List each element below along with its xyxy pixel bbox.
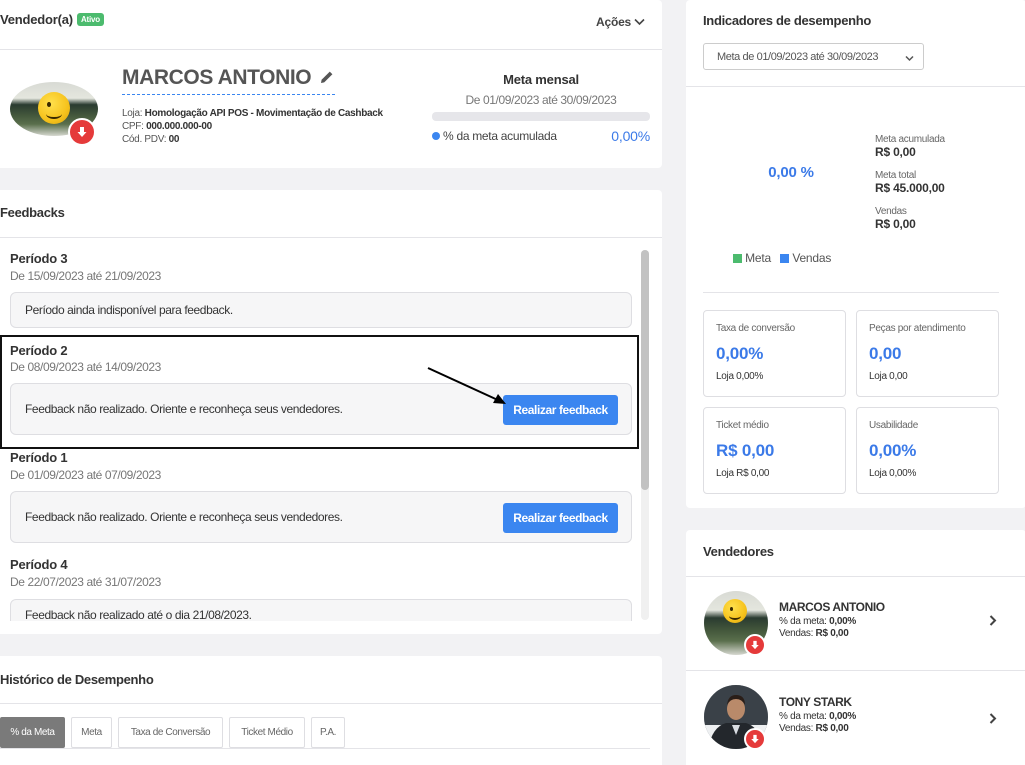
goal-period: De 01/09/2023 até 30/09/2023 (465, 93, 617, 107)
tab-goal[interactable]: Meta (71, 717, 112, 748)
period-range: De 22/07/2023 até 31/07/2023 (10, 575, 161, 589)
history-title: Histórico de Desempenho (0, 672, 154, 687)
seller-list-sales: Vendas: R$ 0,00 (779, 628, 849, 639)
goal-title: Meta mensal (503, 72, 579, 87)
pdv-value: 00 (168, 134, 180, 145)
kpi-pieces-per-service: Peças por atendimento 0,00 Loja 0,00 (856, 310, 999, 397)
tab-pa[interactable]: P.A. (311, 717, 345, 748)
chevron-right-icon (989, 711, 997, 727)
realizar-feedback-button[interactable]: Realizar feedback (503, 395, 618, 425)
legend-vendas: Vendas (792, 251, 832, 265)
divider (0, 748, 650, 749)
feedback-message: Período ainda indisponível para feedback… (25, 303, 233, 317)
seller-list-goal: % da meta: 0,00% (779, 616, 856, 627)
period-range: De 01/09/2023 até 07/09/2023 (10, 468, 161, 482)
period-select[interactable]: Meta de 01/09/2023 até 30/09/2023 (703, 43, 924, 70)
legend-swatch-vendas (780, 254, 790, 263)
pdv-line: Cód. PDV: 00 (122, 134, 180, 145)
kpi-usability: Usabilidade 0,00% Loja 0,00% (856, 407, 999, 494)
feedback-status-box: Feedback não realizado. Oriente e reconh… (10, 491, 632, 543)
period-range: De 15/09/2023 até 21/09/2023 (10, 269, 161, 283)
divider (686, 86, 1025, 87)
sales-value: R$ 0,00 (875, 217, 916, 231)
divider (0, 237, 662, 238)
feedback-clip: Feedback não realizado até o dia 21/08/2… (10, 599, 632, 621)
smiley-icon (38, 92, 70, 124)
period-name: Período 4 (10, 557, 68, 572)
tab-conversion-rate[interactable]: Taxa de Conversão (118, 717, 223, 748)
arrow-down-icon (744, 728, 766, 750)
actions-dropdown[interactable]: Ações (596, 15, 645, 29)
feedback-message: Feedback não realizado até o dia 21/08/2… (25, 608, 252, 621)
tab-percent-goal[interactable]: % da Meta (0, 717, 65, 748)
chevron-down-icon (634, 15, 645, 29)
legend-meta: Meta (745, 251, 772, 265)
seller-name-text: MARCOS ANTONIO (122, 66, 312, 89)
chevron-down-icon (905, 53, 914, 65)
realizar-feedback-button[interactable]: Realizar feedback (503, 503, 618, 533)
pencil-icon[interactable] (317, 66, 335, 89)
period-name: Período 3 (10, 251, 68, 266)
indicators-title: Indicadores de desempenho (703, 13, 872, 28)
total-value: R$ 45.000,00 (875, 181, 945, 195)
cpf-value: 000.000.000-00 (146, 121, 212, 132)
accumulated-value: R$ 0,00 (875, 145, 916, 159)
goal-summary: Meta acumulada R$ 0,00 Meta total R$ 45.… (875, 134, 945, 230)
seller-list-sales: Vendas: R$ 0,00 (779, 723, 849, 734)
feedbacks-scrollbar[interactable] (641, 250, 649, 620)
scrollbar-thumb[interactable] (641, 250, 649, 490)
store-value: Homologação API POS - Movimentação de Ca… (144, 108, 383, 119)
seller-list-item[interactable]: TONY STARK % da meta: 0,00% Vendas: R$ 0… (686, 671, 1025, 765)
seller-card-header: Vendedor(a) Ativo (0, 12, 104, 27)
seller-name[interactable]: MARCOS ANTONIO (122, 66, 335, 95)
seller-list-name: TONY STARK (779, 695, 852, 709)
legend-dot (432, 132, 440, 140)
actions-label: Ações (596, 15, 632, 29)
period-range: De 08/09/2023 até 14/09/2023 (10, 360, 161, 374)
feedback-message: Feedback não realizado. Oriente e reconh… (25, 402, 343, 416)
legend-swatch-meta (733, 254, 742, 263)
chevron-right-icon (989, 613, 997, 629)
goal-progress-bar (432, 112, 650, 121)
arrow-down-icon (744, 634, 766, 656)
annotation-arrow-icon (427, 367, 506, 404)
goal-value: 0,00% (611, 128, 650, 144)
kpi-average-ticket: Ticket médio R$ 0,00 Loja R$ 0,00 (703, 407, 846, 494)
divider (0, 49, 662, 50)
period-name: Período 1 (10, 450, 68, 465)
tab-average-ticket[interactable]: Ticket Médio (229, 717, 305, 748)
divider (0, 703, 662, 704)
donut-value: 0,00 % (768, 164, 814, 181)
chart-legend: Meta Vendas (733, 251, 831, 265)
seller-list-name: MARCOS ANTONIO (779, 600, 885, 614)
status-badge: Ativo (76, 13, 104, 26)
smiley-icon (723, 599, 747, 623)
divider (703, 292, 999, 293)
cpf-line: CPF: 000.000.000-00 (122, 121, 212, 132)
feedbacks-title: Feedbacks (0, 205, 65, 220)
seller-details: Loja: Homologação API POS - Movimentação… (122, 107, 383, 146)
store-line: Loja: Homologação API POS - Movimentação… (122, 108, 383, 119)
feedback-message: Feedback não realizado. Oriente e reconh… (25, 510, 343, 524)
goal-legend: % da meta acumulada (432, 129, 557, 143)
seller-list-goal: % da meta: 0,00% (779, 711, 856, 722)
kpi-conversion-rate: Taxa de conversão 0,00% Loja 0,00% (703, 310, 846, 397)
feedback-status-box: Feedback não realizado até o dia 21/08/2… (10, 599, 632, 621)
seller-card-title: Vendedor(a) (0, 12, 73, 27)
period-name: Período 2 (10, 343, 68, 358)
feedback-status-box: Feedback não realizado. Oriente e reconh… (10, 383, 632, 435)
seller-list-item[interactable]: MARCOS ANTONIO % da meta: 0,00% Vendas: … (686, 577, 1025, 670)
arrow-down-icon (68, 118, 96, 146)
sellers-title: Vendedores (703, 544, 774, 559)
feedback-status-box: Período ainda indisponível para feedback… (10, 292, 632, 328)
